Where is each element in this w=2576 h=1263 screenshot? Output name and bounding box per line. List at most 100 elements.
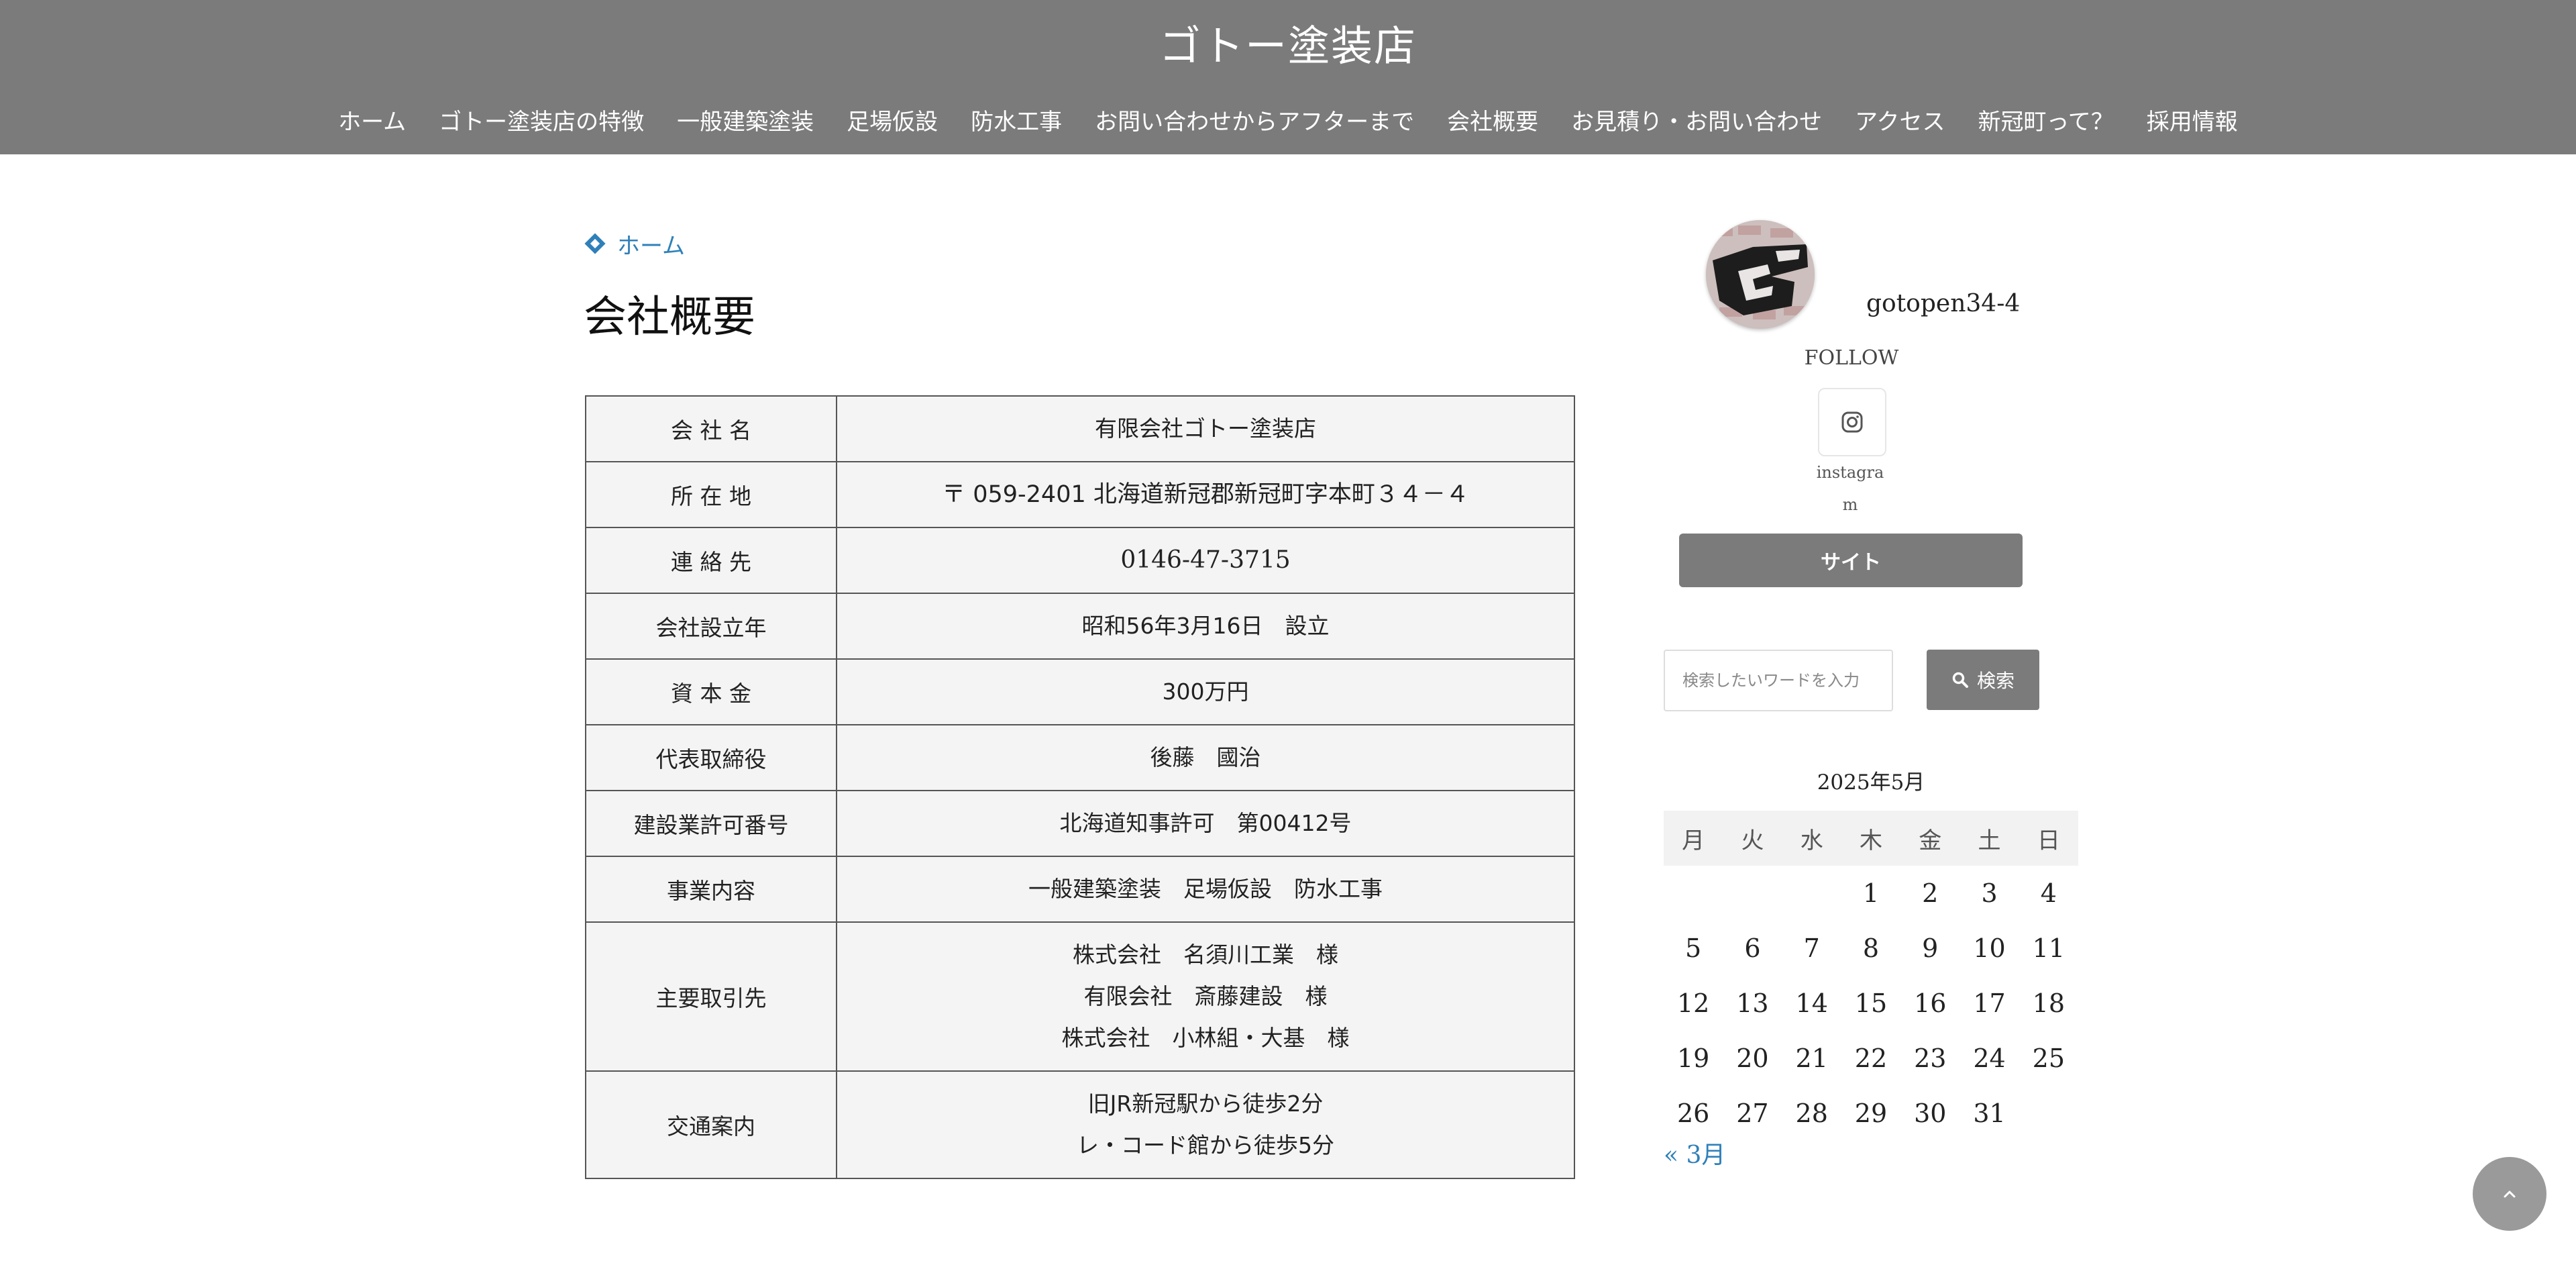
breadcrumb-home-link[interactable]: ホーム bbox=[617, 228, 685, 260]
calendar-day: 5 bbox=[1685, 933, 1702, 963]
calendar-day bbox=[2019, 1086, 2078, 1141]
row-value-line: 後藤 國治 bbox=[1150, 744, 1261, 770]
weekday-tue: 火 bbox=[1723, 811, 1782, 866]
calendar-week: 5 6 7 8 9 10 11 bbox=[1664, 921, 2078, 976]
weekday-fri: 金 bbox=[1900, 811, 1960, 866]
row-value-line: 株式会社 小林組・大基 様 bbox=[1061, 1025, 1350, 1051]
calendar-day: 10 bbox=[1973, 933, 2006, 963]
site-title[interactable]: ゴトー塗装店 bbox=[0, 16, 2576, 77]
row-value: 後藤 國治 bbox=[836, 724, 1575, 791]
calendar-day: 16 bbox=[1914, 989, 1947, 1018]
row-value: 昭和56年3月16日 設立 bbox=[836, 593, 1575, 660]
calendar-day: 31 bbox=[1973, 1099, 2006, 1128]
row-label: 所 在 地 bbox=[585, 461, 837, 528]
calendar-weekday-row: 月 火 水 木 金 土 日 bbox=[1664, 811, 2078, 866]
diamond-icon bbox=[584, 233, 606, 254]
calendar: 月 火 水 木 金 土 日 1 2 3 4 5 6 7 8 9 10 11 12… bbox=[1664, 811, 2078, 1141]
row-value-line: 有限会社ゴトー塗装店 bbox=[1095, 415, 1316, 442]
table-row: 会 社 名 有限会社ゴトー塗装店 bbox=[585, 395, 1575, 462]
nav-item-niikappu[interactable]: 新冠町って？ bbox=[1978, 102, 2113, 142]
table-row: 交通案内 旧JR新冠駅から徒歩2分 レ・コード館から徒歩5分 bbox=[585, 1070, 1575, 1179]
table-row: 建設業許可番号 北海道知事許可 第00412号 bbox=[585, 790, 1575, 857]
page-title: 会社概要 bbox=[584, 293, 755, 342]
row-value-line: 株式会社 名須川工業 様 bbox=[1073, 942, 1338, 968]
calendar-day: 30 bbox=[1914, 1099, 1947, 1128]
calendar-week: 26 27 28 29 30 31 bbox=[1664, 1086, 2078, 1141]
row-value: 一般建築塗装 足場仮設 防水工事 bbox=[836, 856, 1575, 923]
row-value: 旧JR新冠駅から徒歩2分 レ・コード館から徒歩5分 bbox=[836, 1070, 1575, 1179]
row-label: 会社設立年 bbox=[585, 593, 837, 660]
nav-item-features[interactable]: ゴトー塗装店の特徴 bbox=[439, 102, 644, 142]
row-value: 300万円 bbox=[836, 658, 1575, 725]
calendar-day: 8 bbox=[1862, 933, 1880, 963]
calendar-day: 11 bbox=[2032, 933, 2065, 963]
weekday-wed: 水 bbox=[1782, 811, 1841, 866]
row-value-line: 300万円 bbox=[1162, 678, 1249, 705]
calendar-day: 21 bbox=[1795, 1044, 1828, 1073]
nav-item-access[interactable]: アクセス bbox=[1855, 102, 1945, 142]
calendar-day bbox=[1664, 866, 1723, 921]
calendar-day bbox=[1782, 866, 1841, 921]
global-nav: ホーム ゴトー塗装店の特徴 一般建築塗装 足場仮設 防水工事 お問い合わせからア… bbox=[0, 102, 2576, 142]
calendar-day: 4 bbox=[2040, 878, 2057, 908]
weekday-sun: 日 bbox=[2019, 811, 2078, 866]
calendar-day: 23 bbox=[1914, 1044, 1947, 1073]
instagram-icon bbox=[1841, 411, 1863, 433]
calendar-day bbox=[1723, 866, 1782, 921]
table-row: 連 絡 先 0146-47-3715 bbox=[585, 527, 1575, 594]
row-label: 代表取締役 bbox=[585, 724, 837, 791]
table-row: 主要取引先 株式会社 名須川工業 様 有限会社 斎藤建設 様 株式会社 小林組・… bbox=[585, 921, 1575, 1072]
calendar-week: 1 2 3 4 bbox=[1664, 866, 2078, 921]
table-row: 代表取締役 後藤 國治 bbox=[585, 724, 1575, 791]
calendar-day: 20 bbox=[1736, 1044, 1769, 1073]
search-input[interactable] bbox=[1664, 650, 1893, 711]
instagram-username[interactable]: gotopen34-4 bbox=[1866, 290, 2020, 317]
calendar-day: 9 bbox=[1922, 933, 1939, 963]
site-button[interactable]: サイト bbox=[1679, 534, 2023, 587]
row-label: 主要取引先 bbox=[585, 921, 837, 1072]
nav-item-company[interactable]: 会社概要 bbox=[1447, 102, 1538, 142]
row-label: 事業内容 bbox=[585, 856, 837, 923]
calendar-day: 15 bbox=[1854, 989, 1888, 1018]
table-row: 所 在 地 〒 059-2401 北海道新冠郡新冠町字本町３４－４ bbox=[585, 461, 1575, 528]
site-header: ゴトー塗装店 ホーム ゴトー塗装店の特徴 一般建築塗装 足場仮設 防水工事 お問… bbox=[0, 0, 2576, 154]
instagram-avatar[interactable] bbox=[1706, 220, 1815, 329]
page-top-button[interactable] bbox=[2473, 1157, 2546, 1231]
row-label: 建設業許可番号 bbox=[585, 790, 837, 857]
calendar-day: 3 bbox=[1981, 878, 1998, 908]
nav-item-waterproofing[interactable]: 防水工事 bbox=[971, 102, 1062, 142]
nav-item-inquiry-flow[interactable]: お問い合わせからアフターまで bbox=[1095, 102, 1414, 142]
nav-item-estimate[interactable]: お見積り・お問い合わせ bbox=[1571, 102, 1822, 142]
calendar-day: 14 bbox=[1795, 989, 1828, 1018]
search-button-label: 検索 bbox=[1976, 670, 2015, 692]
calendar-day: 18 bbox=[2032, 989, 2065, 1018]
calendar-day: 24 bbox=[1973, 1044, 2006, 1073]
instagram-label: instagram bbox=[1816, 463, 1884, 514]
nav-item-recruit[interactable]: 採用情報 bbox=[2147, 102, 2238, 142]
calendar-day: 19 bbox=[1676, 1044, 1710, 1073]
calendar-day: 7 bbox=[1803, 933, 1820, 963]
calendar-day: 29 bbox=[1854, 1099, 1888, 1128]
nav-item-home[interactable]: ホーム bbox=[338, 102, 406, 142]
calendar-caption: 2025年5月 bbox=[1817, 770, 1925, 795]
row-value: 有限会社ゴトー塗装店 bbox=[836, 395, 1575, 462]
calendar-day: 25 bbox=[2032, 1044, 2065, 1073]
calendar-day: 28 bbox=[1795, 1099, 1828, 1128]
calendar-day: 1 bbox=[1862, 878, 1880, 908]
nav-item-scaffolding[interactable]: 足場仮設 bbox=[847, 102, 938, 142]
search-button[interactable]: 検索 bbox=[1927, 650, 2039, 710]
table-row: 会社設立年 昭和56年3月16日 設立 bbox=[585, 593, 1575, 660]
row-label: 資 本 金 bbox=[585, 658, 837, 725]
row-value: 北海道知事許可 第00412号 bbox=[836, 790, 1575, 857]
calendar-day: 13 bbox=[1736, 989, 1769, 1018]
row-value-line: 有限会社 斎藤建設 様 bbox=[1083, 983, 1328, 1009]
search-icon bbox=[1952, 672, 1968, 688]
calendar-day: 22 bbox=[1854, 1044, 1888, 1073]
calendar-day: 6 bbox=[1744, 933, 1761, 963]
nav-item-general-painting[interactable]: 一般建築塗装 bbox=[677, 102, 814, 142]
instagram-follow-button[interactable] bbox=[1818, 388, 1886, 456]
calendar-prev-month-link[interactable]: « 3月 bbox=[1664, 1135, 1725, 1170]
follow-label: FOLLOW bbox=[1804, 346, 1899, 370]
calendar-week: 12 13 14 15 16 17 18 bbox=[1664, 976, 2078, 1031]
table-row: 資 本 金 300万円 bbox=[585, 658, 1575, 725]
